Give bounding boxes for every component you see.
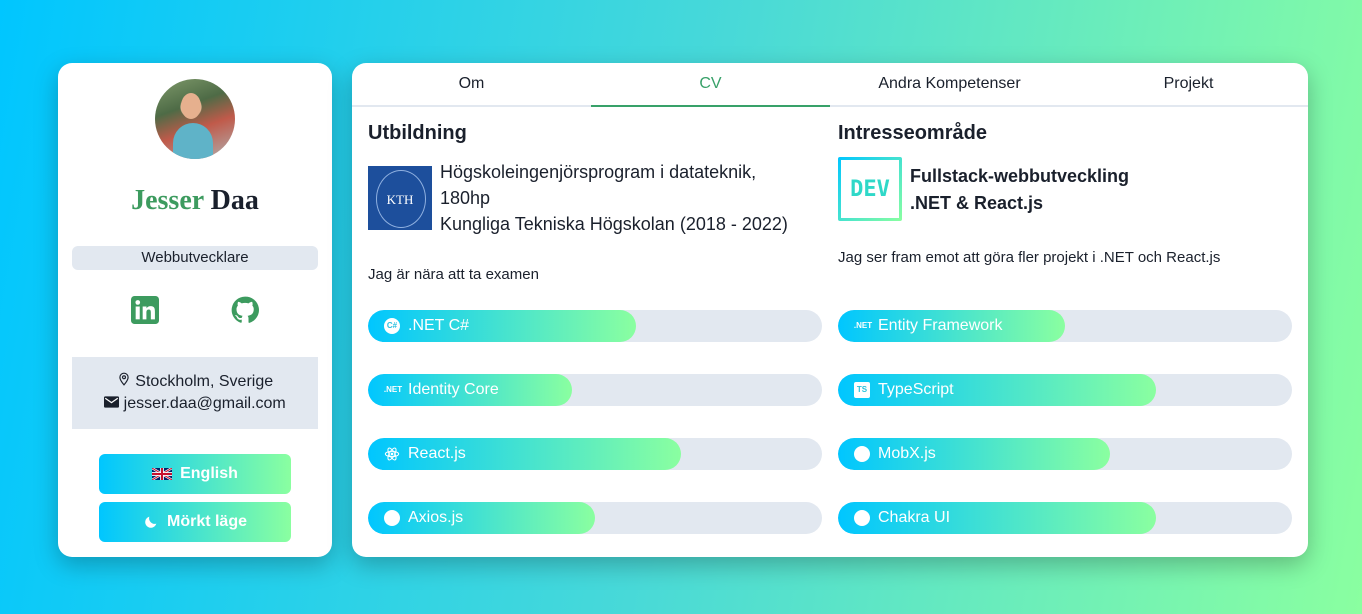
location-pin-icon: [119, 372, 129, 386]
skill-fill: [368, 502, 595, 534]
dotnet-icon: .NET: [853, 321, 873, 330]
profile-name: Jesser Daa: [58, 185, 332, 217]
skill-label: Axios.js: [408, 509, 464, 526]
skill-bar: Axios.js: [368, 502, 822, 534]
dark-mode-button-label: Mörkt läge: [166, 513, 247, 530]
education-line-3: Kungliga Tekniska Högskolan (2018 - 2022…: [440, 214, 788, 234]
education-line-1: Högskoleingenjörsprogram i datateknik,: [440, 162, 757, 182]
circle-icon: [854, 446, 870, 462]
dotnet-icon: .NET: [383, 385, 403, 394]
skill-bar: .NET Entity Framework: [838, 310, 1292, 342]
education-note: Jag är nära att ta examen: [368, 266, 539, 283]
csharp-icon: C#: [384, 318, 400, 334]
skill-bar: MobX.js: [838, 438, 1292, 470]
dark-mode-button[interactable]: Mörkt läge: [99, 502, 291, 542]
email-text: jesser.daa@gmail.com: [123, 395, 286, 412]
skill-label: Chakra UI: [878, 509, 951, 526]
mail-icon: [104, 396, 120, 408]
location-text: Stockholm, Sverige: [135, 373, 274, 390]
last-name: Daa: [210, 185, 259, 216]
first-name: Jesser: [131, 185, 204, 216]
education-heading: Utbildning: [368, 122, 467, 144]
education-details: Högskoleingenjörsprogram i datateknik, 1…: [440, 159, 880, 237]
circle-icon: [384, 510, 400, 526]
skill-label: TypeScript: [878, 381, 954, 398]
language-button[interactable]: English: [99, 454, 291, 494]
interest-heading: Intresseområde: [838, 122, 987, 144]
tab-bar: Om CV Andra Kompetenser Projekt: [352, 63, 1308, 107]
moon-icon: [145, 516, 157, 528]
skill-label: .NET C#: [408, 317, 470, 334]
skill-bar: C# .NET C#: [368, 310, 822, 342]
tab-cv[interactable]: CV: [591, 63, 830, 107]
skill-label: React.js: [408, 445, 466, 462]
tab-andra-kompetenser[interactable]: Andra Kompetenser: [830, 63, 1069, 105]
dev-logo: DEV: [838, 157, 902, 221]
skill-bar: React.js: [368, 438, 822, 470]
skill-label: Entity Framework: [878, 317, 1003, 334]
interest-note: Jag ser fram emot att göra fler projekt …: [838, 249, 1221, 266]
tab-om[interactable]: Om: [352, 63, 591, 105]
kth-logo: KTH: [368, 166, 432, 230]
react-icon: [384, 446, 400, 462]
contact-box: Stockholm, Sverige jesser.daa@gmail.com: [72, 357, 318, 429]
skill-bar: TS TypeScript: [838, 374, 1292, 406]
profile-card: Jesser Daa Webbutvecklare Stockholm, Sve…: [58, 63, 332, 557]
tab-projekt[interactable]: Projekt: [1069, 63, 1308, 105]
main-card: Om CV Andra Kompetenser Projekt Utbildni…: [352, 63, 1308, 557]
email-row[interactable]: jesser.daa@gmail.com: [72, 395, 318, 413]
job-title-badge: Webbutvecklare: [72, 246, 318, 270]
interest-line-2: .NET & React.js: [910, 193, 1044, 213]
typescript-icon: TS: [854, 382, 870, 398]
skill-label: MobX.js: [878, 445, 936, 462]
circle-icon: [854, 510, 870, 526]
avatar: [155, 79, 235, 159]
skill-bar: .NET Identity Core: [368, 374, 822, 406]
interest-line-1: Fullstack-webbutveckling: [910, 166, 1130, 186]
github-icon[interactable]: [231, 296, 259, 324]
linkedin-icon[interactable]: [131, 296, 159, 324]
skill-bar: Chakra UI: [838, 502, 1292, 534]
language-button-label: English: [180, 465, 238, 482]
interest-details: Fullstack-webbutveckling .NET & React.js: [910, 163, 1129, 217]
location-row: Stockholm, Sverige: [72, 371, 318, 391]
education-line-2: 180hp: [440, 188, 491, 208]
uk-flag-icon: [152, 468, 173, 480]
skill-label: Identity Core: [408, 381, 499, 398]
